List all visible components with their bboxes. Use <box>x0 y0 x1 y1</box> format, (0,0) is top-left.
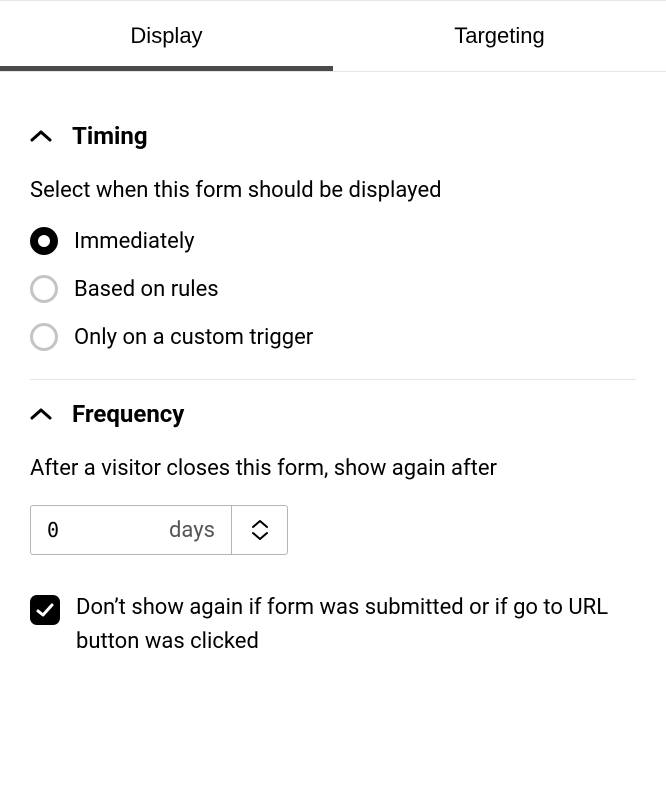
chevron-up-icon <box>30 125 52 147</box>
frequency-section: Frequency After a visitor closes this fo… <box>30 379 636 687</box>
radio-based-on-rules[interactable]: Based on rules <box>30 275 636 303</box>
chevron-up-icon <box>251 519 269 529</box>
timing-header[interactable]: Timing <box>30 122 636 150</box>
radio-icon <box>30 227 58 255</box>
tab-indicator <box>0 66 333 71</box>
checkbox-checked-icon[interactable] <box>30 595 60 625</box>
timing-description: Select when this form should be displaye… <box>30 178 636 203</box>
timing-title: Timing <box>72 122 148 150</box>
frequency-title: Frequency <box>72 400 184 428</box>
radio-icon <box>30 323 58 351</box>
frequency-description: After a visitor closes this form, show a… <box>30 456 636 481</box>
frequency-header[interactable]: Frequency <box>30 400 636 428</box>
tab-display[interactable]: Display <box>0 1 333 71</box>
radio-label: Only on a custom trigger <box>74 325 313 350</box>
timing-section: Timing Select when this form should be d… <box>30 102 636 379</box>
chevron-down-icon <box>251 531 269 541</box>
chevron-up-icon <box>30 403 52 425</box>
radio-label: Immediately <box>74 229 195 254</box>
frequency-number-input[interactable]: 0 days <box>30 505 288 555</box>
dont-show-label: Don’t show again if form was submitted o… <box>76 591 636 659</box>
tab-targeting[interactable]: Targeting <box>333 1 666 71</box>
radio-label: Based on rules <box>74 277 219 302</box>
radio-custom-trigger[interactable]: Only on a custom trigger <box>30 323 636 351</box>
frequency-unit: days <box>169 506 231 554</box>
frequency-value[interactable]: 0 <box>31 506 169 554</box>
tabs: Display Targeting <box>0 1 666 72</box>
radio-immediately[interactable]: Immediately <box>30 227 636 255</box>
radio-icon <box>30 275 58 303</box>
frequency-stepper[interactable] <box>231 506 287 554</box>
timing-radio-group: Immediately Based on rules Only on a cus… <box>30 227 636 351</box>
dont-show-checkbox-option[interactable]: Don’t show again if form was submitted o… <box>30 591 636 659</box>
